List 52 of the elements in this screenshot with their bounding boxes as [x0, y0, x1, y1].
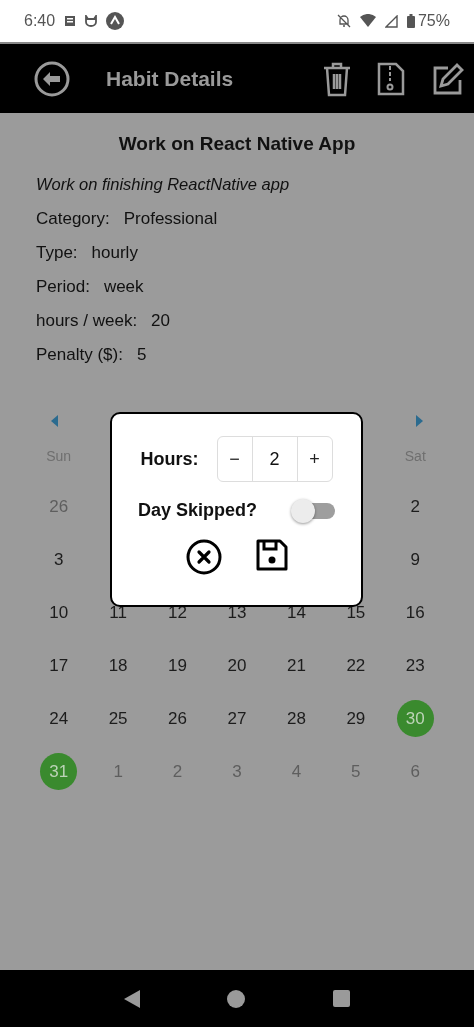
- calendar-day[interactable]: 27: [218, 700, 256, 737]
- back-nav-icon[interactable]: [123, 989, 140, 1008]
- delete-button[interactable]: [322, 60, 352, 97]
- habit-name: Work on React Native App: [117, 133, 357, 155]
- habit-description: Work on finishing ReactNative app: [36, 175, 291, 194]
- hours-label: Hours:: [140, 448, 199, 470]
- calendar-day[interactable]: 2: [396, 488, 434, 525]
- calendar-day[interactable]: 10: [40, 594, 78, 631]
- calendar-day[interactable]: 20: [218, 647, 256, 684]
- app-icon: [106, 12, 125, 30]
- screen-title: Habit Details: [106, 66, 235, 91]
- status-time: 6:40: [24, 12, 56, 30]
- wifi-icon: [359, 14, 376, 28]
- notification-icon: [64, 15, 77, 27]
- calendar-day[interactable]: 28: [277, 700, 315, 737]
- calendar-day[interactable]: 16: [396, 594, 434, 631]
- calendar-day[interactable]: 29: [337, 700, 375, 737]
- detail-value: Professional: [123, 209, 218, 229]
- calendar-day[interactable]: 24: [40, 700, 78, 737]
- detail-label: Penalty ($):: [36, 345, 123, 365]
- calendar-day[interactable]: 9: [396, 541, 434, 578]
- home-nav-icon[interactable]: [227, 989, 246, 1008]
- signal-icon: [384, 14, 398, 28]
- detail-label: Period:: [36, 277, 90, 297]
- calendar-day[interactable]: 17: [40, 647, 78, 684]
- close-button[interactable]: [185, 539, 222, 575]
- calendar-day[interactable]: 26: [159, 700, 197, 737]
- calendar-day[interactable]: 22: [337, 647, 375, 684]
- detail-label: Category:: [36, 209, 110, 229]
- battery-icon: [406, 14, 415, 28]
- calendar-day[interactable]: 25: [99, 700, 137, 737]
- recents-nav-icon[interactable]: [333, 990, 351, 1007]
- detail-value: 20: [151, 311, 171, 331]
- decrement-button[interactable]: −: [217, 437, 252, 481]
- hours-value[interactable]: 2: [251, 437, 298, 481]
- calendar-day[interactable]: 21: [277, 647, 315, 684]
- increment-button[interactable]: +: [297, 437, 332, 481]
- muted-bell-icon: [336, 14, 351, 28]
- detail-label: hours / week:: [36, 311, 138, 331]
- day-skipped-label: Day Skipped?: [138, 500, 257, 521]
- detail-value: week: [103, 277, 144, 297]
- back-button[interactable]: [34, 60, 70, 97]
- calendar-day[interactable]: 3: [40, 541, 78, 578]
- calendar-day[interactable]: 18: [99, 647, 137, 684]
- calendar-day[interactable]: 23: [396, 647, 434, 684]
- detail-value: 5: [136, 345, 147, 365]
- detail-label: Type:: [36, 243, 78, 263]
- archive-button[interactable]: [376, 60, 406, 97]
- calendar-day[interactable]: 19: [159, 647, 197, 684]
- detail-value: hourly: [91, 243, 138, 263]
- cat-icon: [85, 15, 98, 27]
- battery-percent: 75%: [417, 12, 450, 30]
